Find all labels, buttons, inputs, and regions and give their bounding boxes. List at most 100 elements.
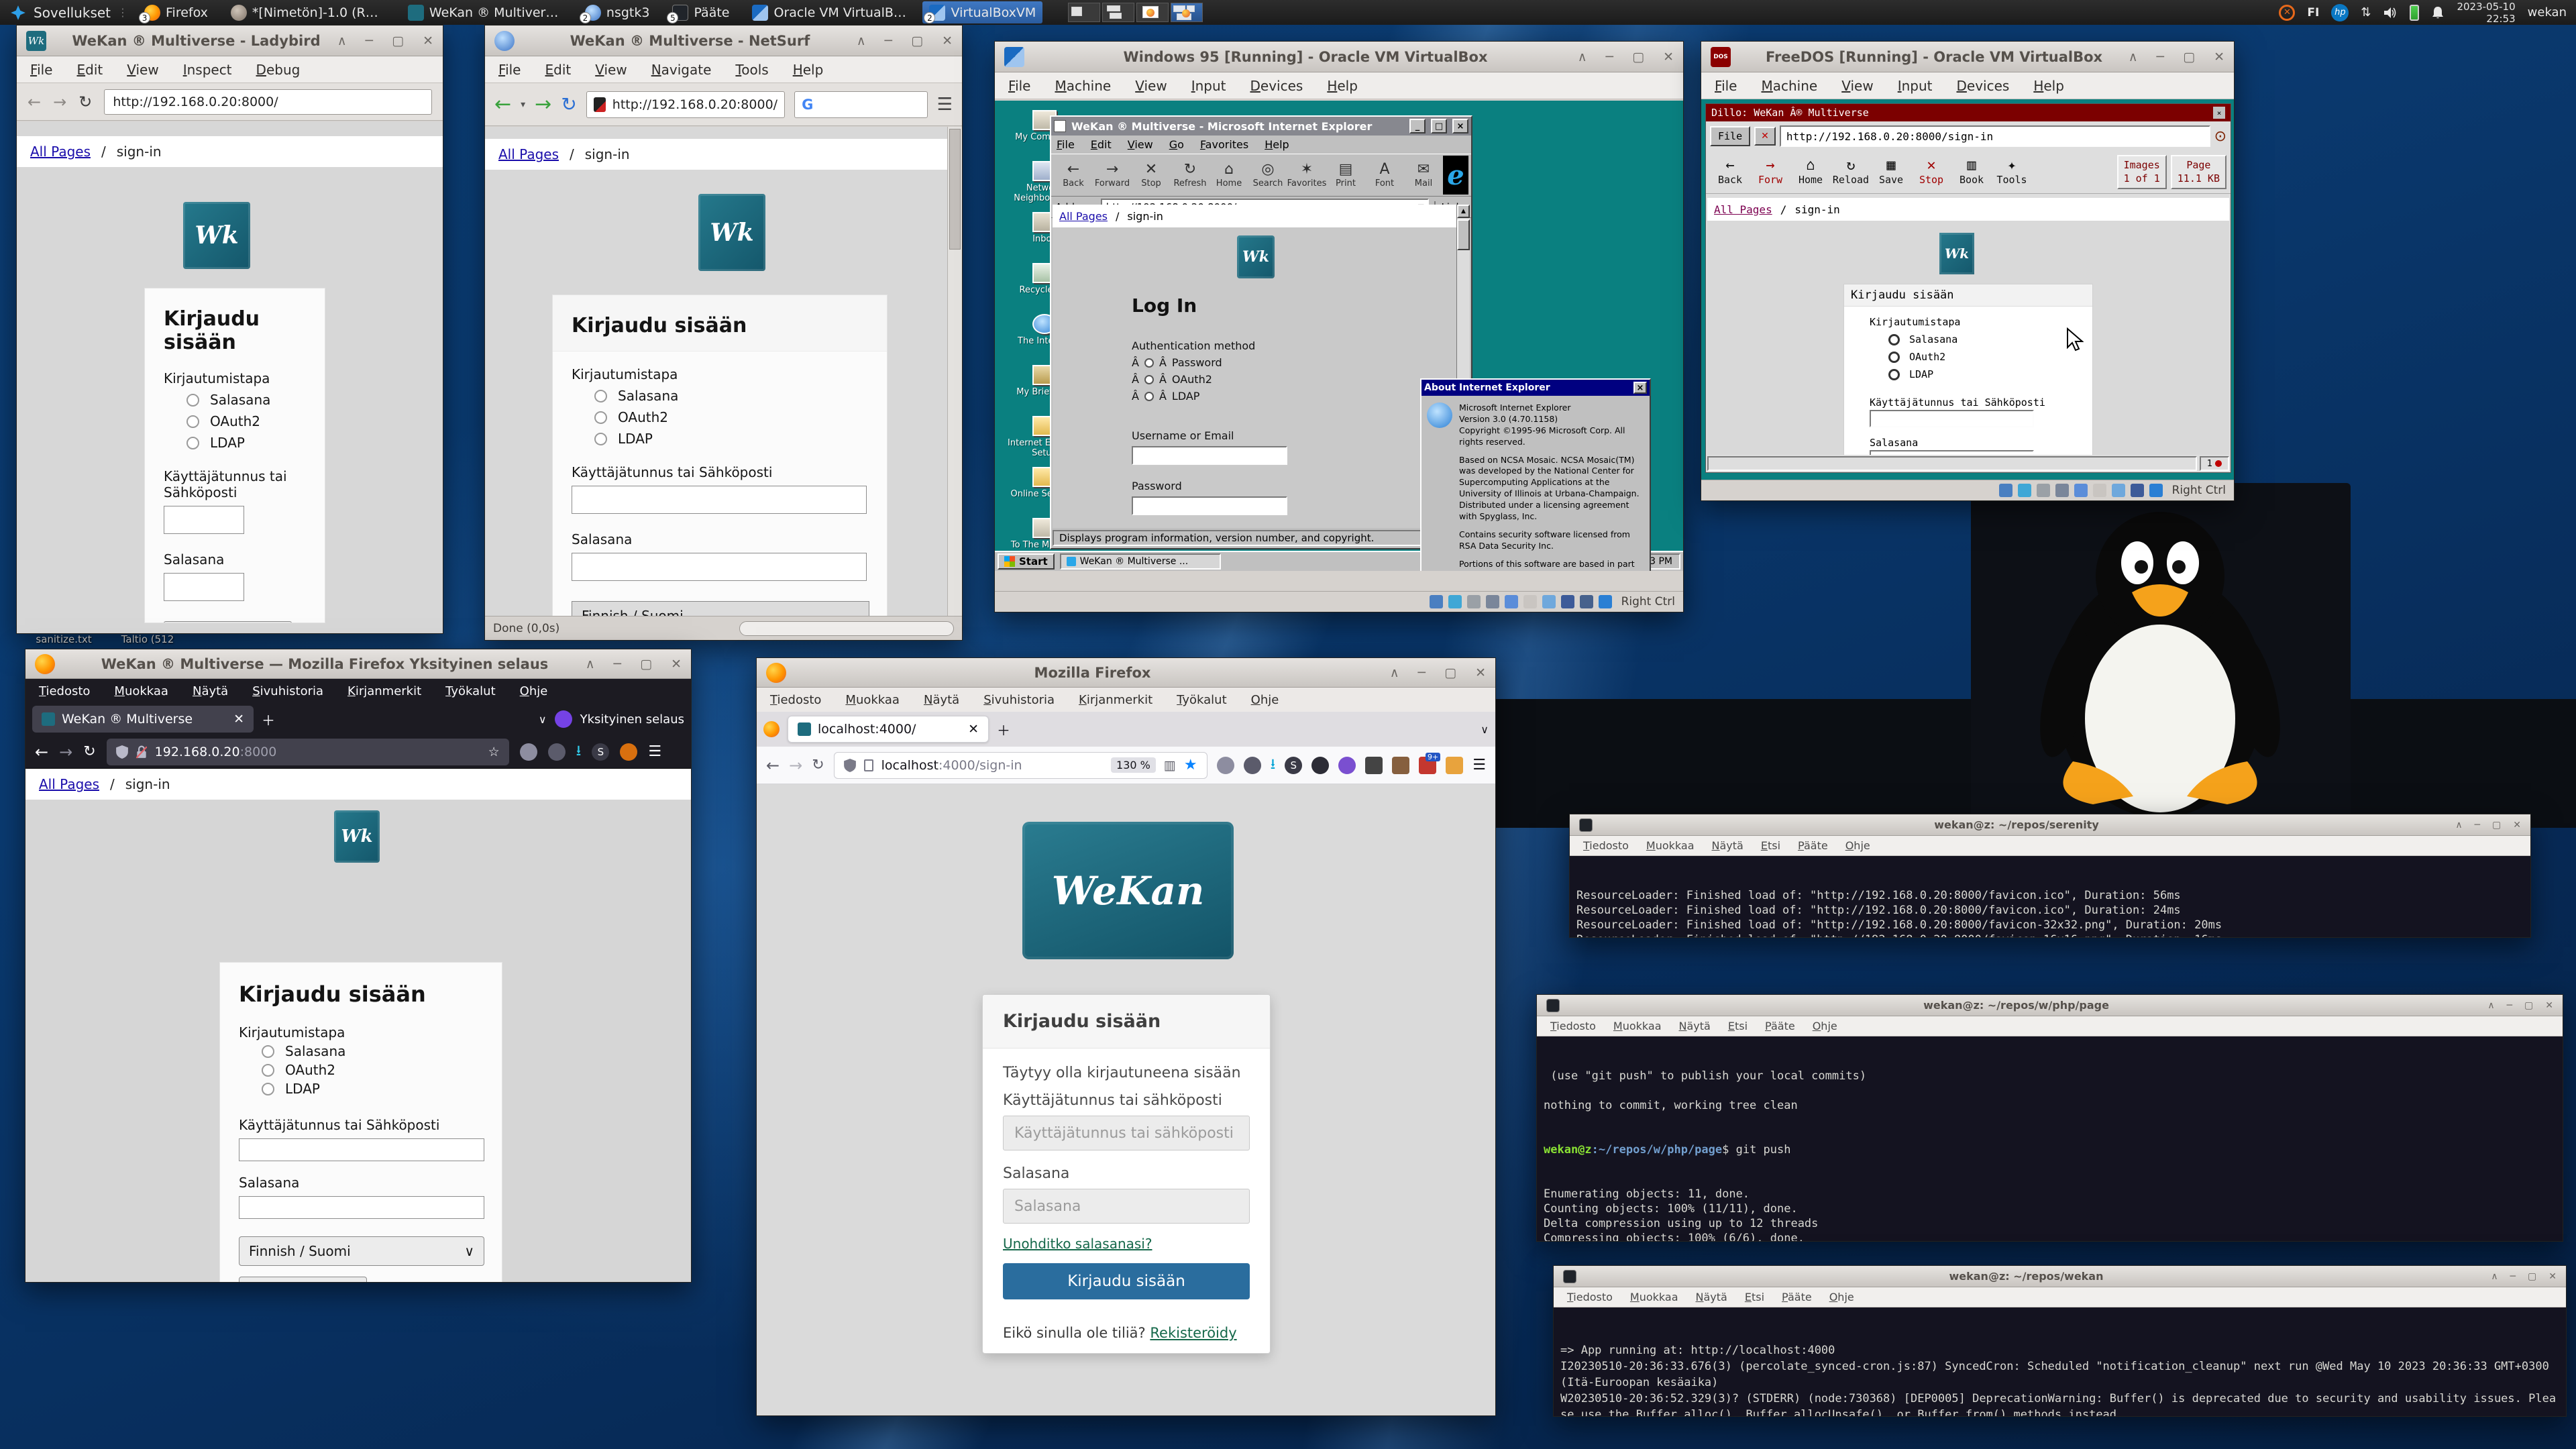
workspace-4-active[interactable] xyxy=(1171,3,1203,22)
about-titlebar[interactable]: About Internet Explorer × xyxy=(1421,380,1650,396)
menu-item[interactable]: Inspect xyxy=(183,62,232,78)
download-icon[interactable]: ⭳ xyxy=(576,739,582,765)
floppy-icon[interactable] xyxy=(2037,484,2050,497)
maximize-icon[interactable]: ▢ xyxy=(2524,1000,2533,1011)
keyboard-layout-indicator[interactable]: FI xyxy=(2307,6,2319,19)
audio-icon[interactable] xyxy=(1486,595,1499,608)
mouse-integration-icon[interactable] xyxy=(1599,595,1612,608)
close-icon[interactable]: × xyxy=(1452,119,1468,133)
taskbar-task-button[interactable]: WeKan ® Multiverse ... xyxy=(1060,553,1221,570)
radio-icon[interactable] xyxy=(186,415,199,428)
auth-method-option[interactable]: Salasana xyxy=(594,388,868,404)
menu-item[interactable]: Help xyxy=(1265,138,1289,151)
menu-item[interactable]: Näytä xyxy=(1679,1020,1711,1032)
minimize-icon[interactable]: ─ xyxy=(366,34,373,48)
menu-item[interactable]: Navigate xyxy=(651,62,712,78)
dillo-toolbar-button[interactable]: ←Back xyxy=(1710,159,1750,186)
menu-item[interactable]: File xyxy=(1715,78,1737,94)
maximize-icon[interactable]: ▢ xyxy=(392,34,404,48)
radio-icon[interactable] xyxy=(1888,369,1900,380)
terminal-output[interactable]: (use "git push" to publish your local co… xyxy=(1537,1036,2563,1241)
extension-s-icon[interactable]: S xyxy=(1285,757,1302,774)
display-icon[interactable] xyxy=(2112,484,2125,497)
file-menu-button[interactable]: File xyxy=(1710,126,1750,146)
close-tab-icon[interactable]: ✕ xyxy=(968,722,979,737)
menu-item[interactable]: Etsi xyxy=(1728,1020,1748,1032)
minimize-icon[interactable]: ─ xyxy=(2510,1271,2516,1282)
taskbar-button[interactable]: VirtualBoxVM 2 xyxy=(922,1,1042,23)
menu-item[interactable]: Edit xyxy=(545,62,571,78)
forward-icon[interactable]: → xyxy=(535,93,551,116)
usb-icon[interactable] xyxy=(1523,595,1537,608)
signin-button[interactable]: Kirjaudu sisään xyxy=(164,621,292,623)
start-button[interactable]: Start xyxy=(998,553,1055,570)
username-input[interactable] xyxy=(239,1138,484,1161)
close-icon[interactable]: ✕ xyxy=(2545,1000,2553,1011)
ie-toolbar-button[interactable]: ✶Favorites xyxy=(1287,162,1326,189)
download-icon[interactable]: ⭳ xyxy=(1271,753,1276,778)
url-input[interactable]: http://192.168.0.20:8000/ xyxy=(586,91,785,118)
offline-status-icon[interactable]: ✕ xyxy=(2279,5,2295,21)
ie-toolbar-button[interactable]: ▤Print xyxy=(1326,162,1365,189)
radio-icon[interactable] xyxy=(262,1064,274,1077)
language-select[interactable]: Finnish / Suomi∨ xyxy=(239,1236,484,1266)
extension-shield-icon[interactable] xyxy=(548,743,566,761)
zoom-level-badge[interactable]: 130 % xyxy=(1111,757,1156,773)
all-pages-link[interactable]: All Pages xyxy=(39,776,99,792)
radio-icon[interactable] xyxy=(594,390,607,402)
menu-item[interactable]: Machine xyxy=(1055,78,1111,94)
menu-item[interactable]: Edit xyxy=(1091,138,1112,151)
shade-icon[interactable]: ∧ xyxy=(2129,50,2138,64)
usb-icon[interactable] xyxy=(2093,484,2106,497)
extension-s-icon[interactable]: S xyxy=(592,743,609,761)
menu-item[interactable]: Go xyxy=(1169,138,1184,151)
volume-icon[interactable] xyxy=(2383,6,2398,19)
minimize-icon[interactable]: ─ xyxy=(614,657,621,672)
dillo-toolbar-button[interactable]: ▥Book xyxy=(1951,159,1992,186)
menu-item[interactable]: Pääte xyxy=(1782,1291,1812,1303)
list-tabs-icon[interactable]: ∨ xyxy=(1481,723,1489,736)
menu-item[interactable]: Edit xyxy=(76,62,103,78)
auth-method-option[interactable]: Â Â LDAP xyxy=(1132,390,1456,402)
scrollbar-thumb[interactable] xyxy=(949,129,961,250)
password-input[interactable] xyxy=(572,553,867,581)
ie-toolbar-button[interactable]: ✕Stop xyxy=(1132,162,1171,189)
menu-item[interactable]: Devices xyxy=(1956,78,2009,94)
menu-item[interactable]: Työkalut xyxy=(1177,693,1226,707)
firefox-titlebar[interactable]: Mozilla Firefox ∧─▢✕ xyxy=(757,658,1495,688)
mouse-integration-icon[interactable] xyxy=(2149,484,2163,497)
radio-icon[interactable] xyxy=(594,411,607,424)
menu-item[interactable]: Muokkaa xyxy=(1646,839,1695,852)
all-pages-link[interactable]: All Pages xyxy=(30,144,91,160)
ladybird-titlebar[interactable]: Wk WeKan ® Multiverse - Ladybird ∧─▢✕ xyxy=(17,25,443,56)
network-icon[interactable] xyxy=(2074,484,2088,497)
reload-icon[interactable]: ↻ xyxy=(812,757,824,773)
auth-method-option[interactable]: LDAP xyxy=(594,431,868,447)
minimize-icon[interactable]: ─ xyxy=(885,34,892,48)
ie-toolbar-button[interactable]: ←Back xyxy=(1054,162,1093,189)
terminal-output[interactable]: => App running at: http://localhost:4000… xyxy=(1554,1307,2566,1416)
minimize-icon[interactable]: ─ xyxy=(2475,820,2480,830)
menu-item[interactable]: Favorites xyxy=(1200,138,1248,151)
radio-icon[interactable] xyxy=(1144,375,1154,384)
maximize-icon[interactable]: □ xyxy=(1431,119,1447,133)
signin-button[interactable]: Kirjaudu sisään xyxy=(1003,1263,1250,1299)
taskbar-button[interactable]: Oracle VM VirtualBox M… xyxy=(745,1,913,23)
audio-icon[interactable] xyxy=(2055,484,2069,497)
back-dropdown-icon[interactable]: ▾ xyxy=(521,99,525,110)
hamburger-icon[interactable]: ☰ xyxy=(648,743,661,760)
close-icon[interactable]: ✕ xyxy=(671,657,682,672)
shield-icon[interactable] xyxy=(844,759,856,772)
extension-fingerprint-icon[interactable] xyxy=(520,743,537,761)
maximize-icon[interactable]: ▢ xyxy=(2528,1271,2536,1282)
radio-icon[interactable] xyxy=(262,1083,274,1095)
search-icon[interactable]: ⊙ xyxy=(2214,128,2226,145)
auth-method-option[interactable]: LDAP xyxy=(262,1081,483,1097)
username-input[interactable] xyxy=(1870,410,2034,427)
maximize-icon[interactable]: ▢ xyxy=(640,657,652,672)
menu-item[interactable]: Input xyxy=(1898,78,1933,94)
auth-method-option[interactable]: OAuth2 xyxy=(186,413,306,429)
floppy-icon[interactable] xyxy=(1467,595,1481,608)
minimize-icon[interactable]: ─ xyxy=(1418,665,1426,680)
extension-fingerprint-icon[interactable] xyxy=(1217,757,1234,774)
